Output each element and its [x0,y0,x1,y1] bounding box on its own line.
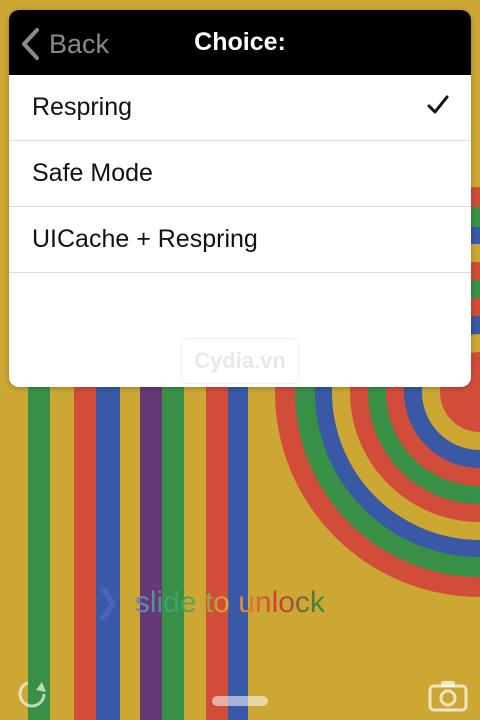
option-label: Safe Mode [32,159,153,187]
navigation-bar: Back Choice: [9,10,471,75]
chevron-right-icon: ❯ [94,583,121,619]
watermark: Cydia.vn [181,338,299,384]
option-uicache-respring[interactable]: UICache + Respring [9,207,471,273]
option-label: Respring [32,93,133,121]
checkmark-icon [427,95,449,114]
page-title: Choice: [194,28,286,56]
option-respring[interactable]: Respring [9,75,471,141]
slide-to-unlock[interactable]: ❯ slide to unlock [94,582,325,620]
option-label: UICache + Respring [32,225,258,253]
lock-screen: ❯ slide to unlock Back Choice: Respring [0,0,480,720]
choice-sheet: Back Choice: Respring Safe Mode UICache … [9,10,471,387]
grabber-handle[interactable] [212,696,268,706]
choice-list: Respring Safe Mode UICache + Respring [9,75,471,273]
respring-icon[interactable] [14,676,50,712]
slide-to-unlock-label: slide to unlock [134,586,325,619]
option-safe-mode[interactable]: Safe Mode [9,141,471,207]
camera-icon[interactable] [428,678,468,712]
